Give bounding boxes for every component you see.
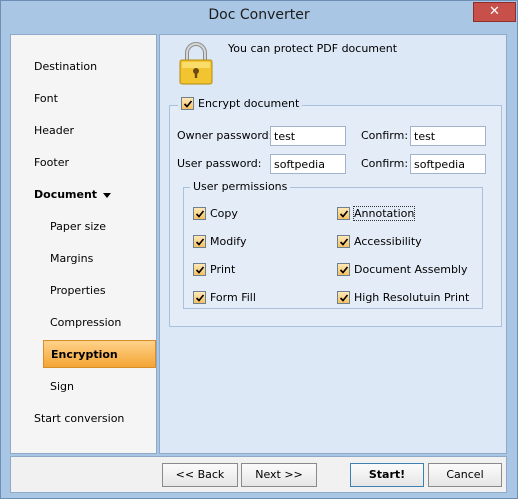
sidebar-item-start-conversion[interactable]: Start conversion [34, 405, 124, 433]
wizard-footer: << Back Next >> Start! Cancel [10, 456, 507, 493]
permission-high-resolution-print[interactable]: High Resolutuin Print [337, 291, 469, 304]
encryption-panel: You can protect PDF document Encrypt doc… [159, 34, 507, 454]
permission-document-assembly[interactable]: Document Assembly [337, 263, 468, 276]
encrypt-group: Encrypt document Owner password: Confirm… [169, 97, 502, 327]
owner-password-label: Owner password: [177, 129, 273, 142]
accessibility-checkbox[interactable] [337, 235, 350, 248]
sidebar-item-footer[interactable]: Footer [34, 149, 69, 177]
permission-form-fill[interactable]: Form Fill [193, 291, 256, 304]
check-icon [195, 237, 204, 246]
encrypt-checkbox[interactable] [181, 97, 194, 110]
check-icon [195, 293, 204, 302]
print-label: Print [210, 263, 236, 276]
form-fill-label: Form Fill [210, 291, 256, 304]
user-permissions-title: User permissions [190, 180, 291, 193]
modify-label: Modify [210, 235, 247, 248]
owner-confirm-label: Confirm: [361, 129, 409, 142]
sidebar-item-font[interactable]: Font [34, 85, 58, 113]
sidebar-item-compression[interactable]: Compression [50, 309, 121, 337]
annotation-label: Annotation [352, 206, 416, 221]
permission-annotation[interactable]: Annotation [337, 206, 416, 221]
check-icon [339, 265, 348, 274]
encrypt-label: Encrypt document [198, 97, 300, 110]
annotation-checkbox[interactable] [337, 207, 350, 220]
owner-password-input[interactable] [270, 126, 346, 146]
back-button[interactable]: << Back [162, 463, 238, 487]
title-bar[interactable]: Doc Converter ✕ [1, 1, 517, 33]
app-window: Doc Converter ✕ Destination Font Header … [0, 0, 518, 499]
sidebar-item-encryption[interactable]: Encryption [43, 340, 156, 368]
sidebar-item-destination[interactable]: Destination [34, 53, 97, 81]
header-text: You can protect PDF document [228, 42, 398, 55]
next-button[interactable]: Next >> [241, 463, 317, 487]
close-button[interactable]: ✕ [473, 2, 516, 22]
user-confirm-input[interactable] [410, 154, 486, 174]
sidebar-item-properties[interactable]: Properties [50, 277, 106, 305]
sidebar: Destination Font Header Footer Document … [10, 34, 157, 454]
document-assembly-label: Document Assembly [354, 263, 468, 276]
high-resolution-print-label: High Resolutuin Print [354, 291, 470, 304]
start-button[interactable]: Start! [350, 463, 424, 487]
sidebar-item-header[interactable]: Header [34, 117, 74, 145]
user-password-label: User password: [177, 157, 262, 170]
sidebar-item-document[interactable]: Document [34, 181, 112, 209]
sidebar-item-paper-size[interactable]: Paper size [50, 213, 106, 241]
lock-icon [179, 42, 213, 85]
chevron-down-icon [103, 192, 112, 198]
check-icon [183, 99, 192, 108]
sidebar-item-margins[interactable]: Margins [50, 245, 93, 273]
window-title: Doc Converter [208, 7, 310, 23]
user-password-input[interactable] [270, 154, 346, 174]
document-assembly-checkbox[interactable] [337, 263, 350, 276]
check-icon [339, 293, 348, 302]
close-icon: ✕ [489, 4, 500, 19]
check-icon [339, 237, 348, 246]
owner-confirm-input[interactable] [410, 126, 486, 146]
copy-label: Copy [210, 207, 238, 220]
permission-accessibility[interactable]: Accessibility [337, 235, 422, 248]
permission-copy[interactable]: Copy [193, 207, 238, 220]
cancel-button[interactable]: Cancel [428, 463, 502, 487]
copy-checkbox[interactable] [193, 207, 206, 220]
check-icon [195, 209, 204, 218]
sidebar-item-document-label: Document [34, 188, 98, 201]
permission-print[interactable]: Print [193, 263, 235, 276]
permission-modify[interactable]: Modify [193, 235, 246, 248]
high-resolution-print-checkbox[interactable] [337, 291, 350, 304]
encrypt-checkbox-row[interactable]: Encrypt document [178, 97, 303, 110]
sidebar-item-sign[interactable]: Sign [50, 373, 74, 401]
accessibility-label: Accessibility [354, 235, 422, 248]
user-confirm-label: Confirm: [361, 157, 409, 170]
check-icon [195, 265, 204, 274]
modify-checkbox[interactable] [193, 235, 206, 248]
form-fill-checkbox[interactable] [193, 291, 206, 304]
user-permissions-group: User permissions Copy Annotation Modify … [183, 180, 483, 309]
check-icon [339, 209, 348, 218]
print-checkbox[interactable] [193, 263, 206, 276]
